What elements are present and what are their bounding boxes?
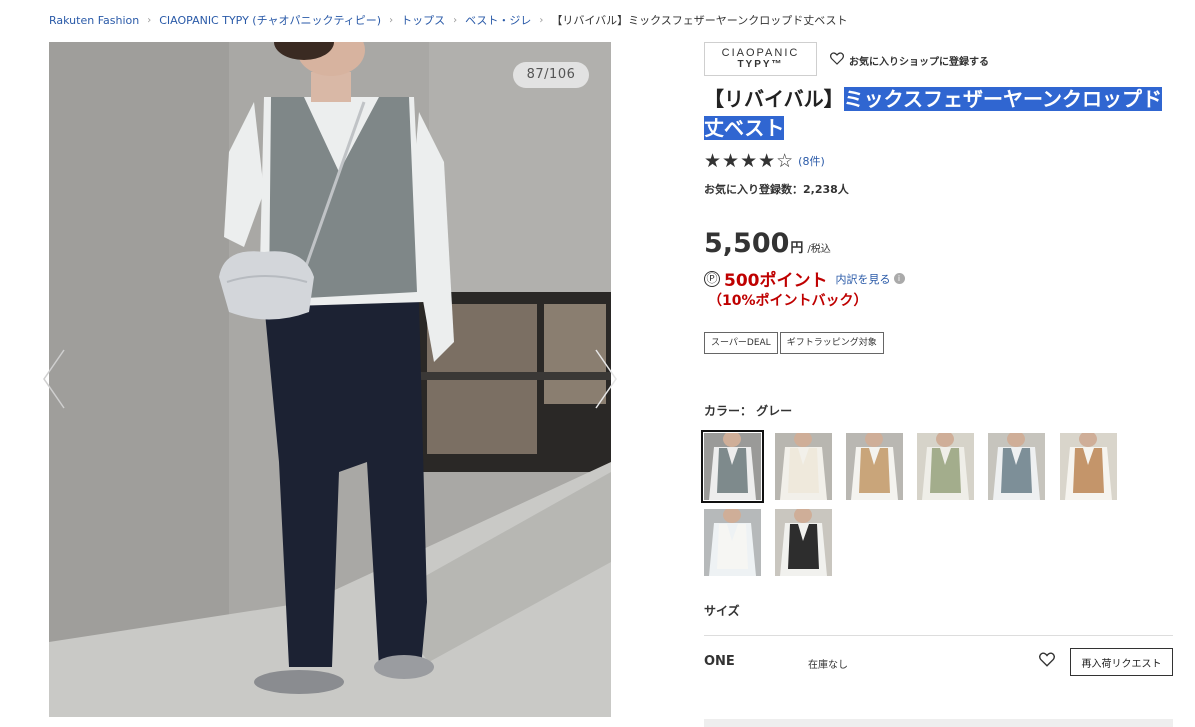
chevron-right-icon[interactable] [592,348,620,410]
favorite-shop-label: お気に入りショップに登録する [849,56,989,68]
breadcrumb: Rakuten Fashion › CIAOPANIC TYPY (チャオパニッ… [49,12,847,28]
chevron-left-icon[interactable] [40,348,68,410]
price-amount: 5,500 [704,228,790,259]
product-rating: ★★★★☆ (8件) [704,150,825,172]
stock-status: 在庫なし [808,660,848,671]
color-swatch[interactable] [917,433,974,500]
chevron-right-icon: › [539,14,544,26]
restock-request-button[interactable]: 再入荷リクエスト [1070,648,1173,676]
price-unit: 円 [790,241,804,256]
breadcrumb-item-vest[interactable]: ベスト・ジレ [465,12,531,28]
tag-gift-wrapping: ギフトラッピング対象 [779,332,884,354]
brand-logo-line2: TYPY™ [737,59,784,70]
favorite-count: お気に入り登録数：2,238人 [704,183,849,196]
color-label: カラー： グレー [704,404,793,418]
breadcrumb-item-rakuten-fashion[interactable]: Rakuten Fashion [49,14,139,27]
points-row: Ⓟ 500ポイント 内訳を見る i [704,266,905,291]
breadcrumb-item-tops[interactable]: トップス [401,12,445,28]
campaign-tags: スーパーDEAL ギフトラッピング対象 [704,332,886,354]
color-swatch[interactable] [775,509,832,576]
points-detail-link[interactable]: 内訳を見る [836,271,891,287]
breadcrumb-current: 【リバイバル】ミックスフェザーヤーンクロップド丈ベスト [551,14,848,27]
price: 5,500 円 /税込 [704,228,831,259]
review-count-link[interactable]: (8件) [798,153,825,169]
bottom-panel [704,719,1173,727]
favorite-shop-button[interactable]: お気に入りショップに登録する [830,52,989,68]
pointback-rate: （10%ポイントバック） [708,293,868,309]
heart-icon [830,52,844,68]
tag-super-deal: スーパーDEAL [704,332,778,354]
chevron-right-icon: › [147,14,152,26]
color-swatch[interactable] [775,433,832,500]
product-title-prefix: 【リバイバル】 [704,87,844,111]
image-counter: 87/106 [513,62,589,88]
heart-icon[interactable] [1039,652,1055,671]
color-swatch[interactable] [704,509,761,576]
price-tax-label: /税込 [807,244,831,255]
info-icon[interactable]: i [893,273,905,284]
divider [704,635,1173,636]
point-icon: Ⓟ [704,270,720,287]
color-swatch[interactable] [846,433,903,500]
color-swatch[interactable] [701,430,764,503]
breadcrumb-item-brand[interactable]: CIAOPANIC TYPY (チャオパニックティピー) [159,12,381,28]
product-title: 【リバイバル】ミックスフェザーヤーンクロップド丈ベスト [704,85,1179,143]
size-label: サイズ [704,604,740,618]
chevron-right-icon: › [389,14,394,26]
points-value: 500ポイント [724,271,828,291]
chevron-right-icon: › [453,14,458,26]
color-swatch[interactable] [988,433,1045,500]
color-swatch[interactable] [1060,433,1117,500]
brand-logo-line1: CIAOPANIC [721,47,800,59]
size-name: ONE [704,654,735,669]
brand-logo[interactable]: CIAOPANIC TYPY™ [704,42,817,76]
rating-stars: ★★★★☆ [704,150,795,172]
product-main-image[interactable] [49,42,611,717]
